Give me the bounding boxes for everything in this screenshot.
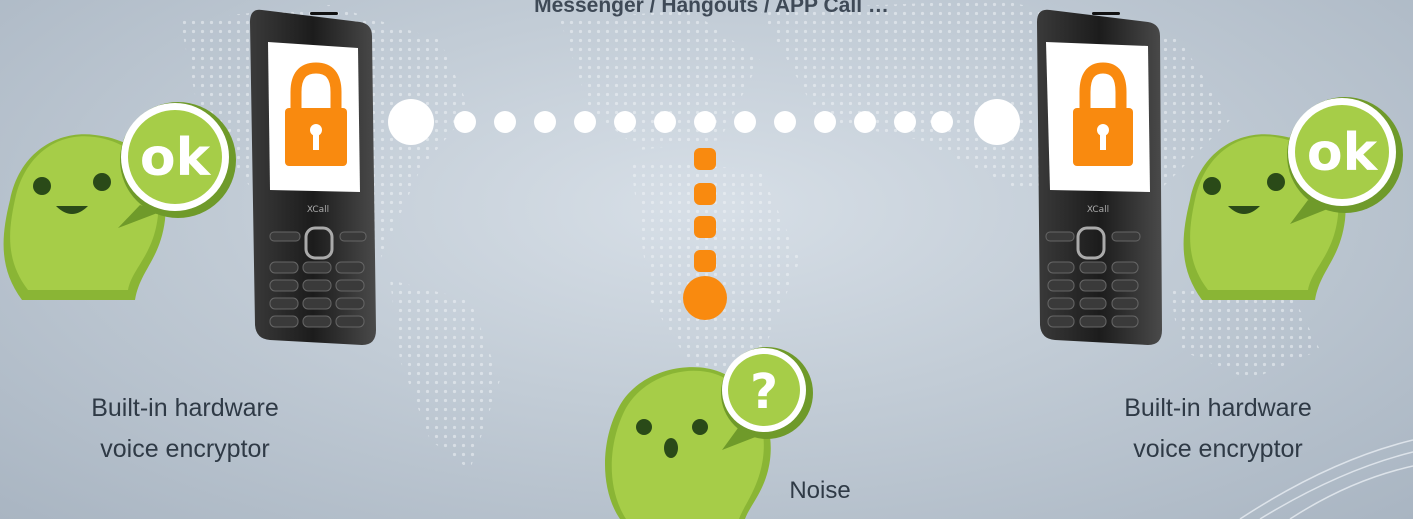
- noise-caption: Noise: [789, 477, 851, 504]
- ok-bubble-text: ok: [140, 128, 212, 188]
- left-phone: XCall: [250, 9, 376, 345]
- question-bubble-text: ?: [750, 364, 778, 420]
- ok-bubble-text: ok: [1307, 123, 1379, 183]
- svg-text:XCall: XCall: [1087, 205, 1109, 215]
- right-phone: XCall: [1037, 9, 1162, 345]
- left-caption-line-2: voice encryptor: [100, 435, 270, 463]
- right-caption-line-2: voice encryptor: [1133, 435, 1303, 463]
- left-caption-line-1: Built-in hardware: [91, 394, 279, 422]
- diagram-title: Messenger / Hangouts / APP Call …: [534, 0, 889, 17]
- left-caption: Built-in hardware voice encryptor: [40, 388, 330, 470]
- right-caption-line-1: Built-in hardware: [1124, 394, 1312, 422]
- svg-text:XCall: XCall: [307, 205, 329, 215]
- question-speech-bubble-icon: ?: [721, 347, 813, 450]
- right-caption: Built-in hardware voice encryptor: [1073, 388, 1363, 470]
- ok-speech-bubble-icon: ok: [1287, 97, 1403, 224]
- encrypted-call-diagram: ok XCall XCall ok ? Messenger / Hangouts…: [0, 0, 1413, 519]
